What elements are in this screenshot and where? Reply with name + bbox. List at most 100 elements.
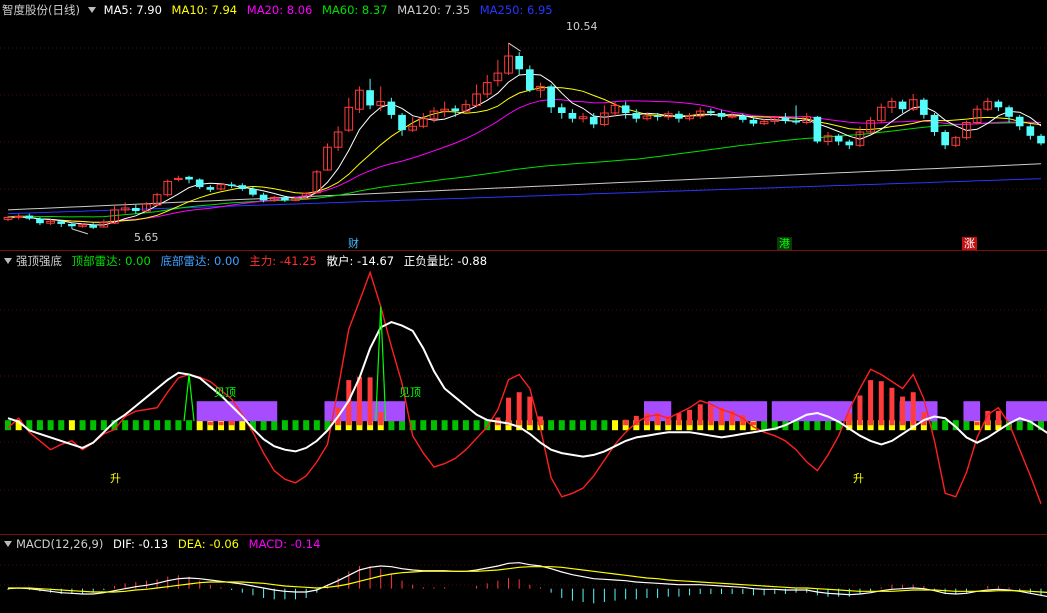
candle-body [994,101,1003,108]
zero-axis-tick [569,420,576,431]
candle-body [398,114,406,131]
volume-bar [623,419,629,426]
dif-label: DIF: -0.13 [113,537,169,551]
candle-body [898,101,907,110]
zero-axis-tick [473,420,480,431]
event-cai-marker[interactable]: 财 [346,237,361,250]
zero-axis-tick [399,420,406,431]
candle-body [515,56,524,70]
zero-axis-tick [825,420,832,431]
high-price-mark: 10.54 [566,20,598,33]
top-signal-marker [183,374,195,422]
ma5-line [7,73,1042,226]
volume-bar [207,421,213,426]
candle-body [749,119,758,124]
zero-axis-tick [36,420,43,431]
event-gang-marker[interactable]: 港 [777,237,792,250]
macd-value-label: MACD: -0.14 [248,537,321,551]
ma20-label: MA20: 8.06 [246,3,313,17]
indicator-title: 强顶强底 [16,254,62,268]
zero-axis-tick [90,420,97,431]
candle-body [14,215,23,218]
zero-axis-tick [803,420,810,431]
zero-axis-tick [68,420,75,431]
bottom-signal-label-1: 升 [110,472,121,485]
volume-bar [527,396,533,426]
zero-axis-tick [196,420,203,431]
candle-body [845,141,854,146]
volume-bar [516,392,522,426]
volume-bar [356,376,362,426]
candle-body [249,189,257,195]
candle-body [195,179,204,188]
zero-axis-tick [132,420,139,431]
zero-axis-tick [590,420,597,431]
collapse-triangle-icon[interactable] [4,541,12,547]
collapse-triangle-icon[interactable] [87,7,96,13]
candle-body [930,114,939,132]
candle-body [57,221,66,224]
candle-body [366,90,374,106]
zero-axis-tick [58,420,65,431]
volume-bar [974,421,980,426]
volume-bar [644,413,650,426]
zero-axis-tick [186,420,193,431]
zero-axis-tick [942,420,949,431]
purple-signal-block [1006,401,1047,422]
candle-body [792,120,800,123]
macd-title: MACD(12,26,9) [16,537,104,551]
retail-label: 散户: -14.67 [326,254,395,268]
top-signal-label-1: 见顶 [214,386,236,399]
indicator-panel-header: 强顶强底 顶部雷达: 0.00 底部雷达: 0.00 主力: -41.25 散户… [2,254,493,268]
candle-body [1026,126,1035,136]
zero-axis-tick [462,420,469,431]
ma250-label: MA250: 6.95 [479,3,553,17]
purple-signal-block [707,401,768,422]
zero-axis-tick [217,420,224,431]
volume-bar [889,387,895,426]
candle-body [568,113,577,119]
zero-axis-tick [143,420,150,431]
candle-body [227,184,236,186]
event-zhang-marker[interactable]: 涨 [962,237,977,250]
candle-body [675,113,683,119]
volume-bar [878,381,884,426]
zero-axis-tick [164,420,171,431]
zero-axis-tick [1016,420,1023,431]
collapse-triangle-icon[interactable] [4,258,12,264]
candle-body [281,197,289,201]
candle-body [525,69,534,91]
chart-title: 智度股份(日线) [2,3,80,17]
candle-body [259,194,268,201]
candle-body [547,86,555,108]
volume-bar [900,396,906,426]
zero-axis-tick [548,420,555,431]
bottom-radar-label: 底部雷达: 0.00 [160,254,240,268]
low-price-mark: 5.65 [134,231,159,244]
top-radar-label: 顶部雷达: 0.00 [71,254,151,268]
candle-body [632,113,641,119]
high-price-pointer [508,42,521,52]
candle-body [781,117,790,121]
dif-line [7,562,1047,598]
volume-bar [995,410,1001,426]
main-force-label: 主力: -41.25 [249,254,317,268]
zero-axis-tick [814,420,821,431]
top-signal-label-2: 见顶 [399,386,421,399]
zero-axis-tick [388,420,395,431]
candle-body [68,223,76,227]
ma250-line [7,178,1042,215]
candle-body [185,176,193,180]
volume-bar [367,377,373,426]
candle-body [653,116,662,118]
candle-body [238,185,247,189]
volume-bar [676,413,682,426]
candle-body [206,187,215,190]
zero-axis-tick [963,420,970,431]
candle-body [717,113,726,117]
ma20-line [7,98,1042,223]
candle-body [1005,107,1013,117]
stock-chart-canvas[interactable] [0,0,1047,613]
ma10-label: MA10: 7.94 [171,3,238,17]
ma5-label: MA5: 7.90 [103,3,162,17]
